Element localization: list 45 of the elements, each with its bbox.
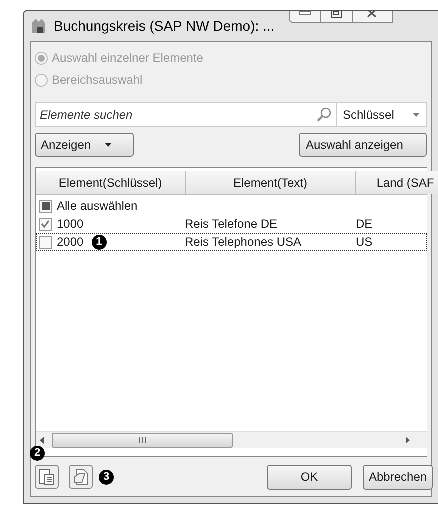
scroll-right-icon [406,436,410,444]
checkbox[interactable] [39,218,52,230]
cancel-button[interactable]: Abbrechen [363,464,433,490]
callout-marker: 1 [92,234,107,250]
ok-button[interactable]: OK [267,464,352,490]
caret-icon [413,112,420,116]
horizontal-scrollbar[interactable] [36,431,427,448]
minimize-icon [298,11,311,15]
show-selection-button[interactable]: Auswahl anzeigen [299,133,427,157]
table-cell-text: Reis Telefone DE [185,216,278,233]
table-row[interactable]: 2000 1 Reis Telephones USA US [36,233,427,251]
table-cell-text: DE [356,216,373,233]
checkbox[interactable] [39,236,52,248]
document-icon [74,468,88,486]
open-file-button[interactable] [69,465,93,489]
scroll-left-icon [40,436,44,444]
display-button[interactable]: Anzeigen [35,133,134,157]
search-icon [317,107,332,122]
column-header[interactable]: Element(Schlüssel) [36,171,186,194]
window-title: Buchungskreis (SAP NW Demo): ... [54,16,275,36]
select-all-label: Alle auswählen [57,198,138,215]
search-column-dropdown[interactable]: Schlüssel [337,102,427,127]
caret-icon [105,143,112,147]
radio-label: Auswahl einzelner Elemente [52,50,204,67]
table-cell-text: US [356,234,373,251]
scrollbar-thumb[interactable] [52,432,233,448]
search-field[interactable]: Elemente suchen [35,102,337,127]
callout-marker: 2 [30,446,45,461]
table-cell-text: 1000 [57,216,84,233]
table-cell-text: 2000 [57,234,84,251]
clipboard-icon [39,468,55,486]
paste-button[interactable] [35,465,59,489]
callout-marker: 3 [99,470,114,484]
radio-button[interactable] [35,74,48,86]
grip-icon [139,437,146,443]
radio-button[interactable] [35,52,48,64]
radio-label: Bereichsauswahl [52,72,143,89]
column-header[interactable]: Land (SAF [356,171,438,194]
dropdown-value: Schlüssel [343,106,394,124]
maximize-icon [330,11,342,18]
table-row[interactable]: 1000 Reis Telefone DE DE [36,215,427,233]
checkbox[interactable] [39,200,52,212]
table-cell-text: Reis Telephones USA [185,234,302,251]
column-header[interactable]: Element(Text) [186,171,356,194]
app-icon [30,17,48,35]
